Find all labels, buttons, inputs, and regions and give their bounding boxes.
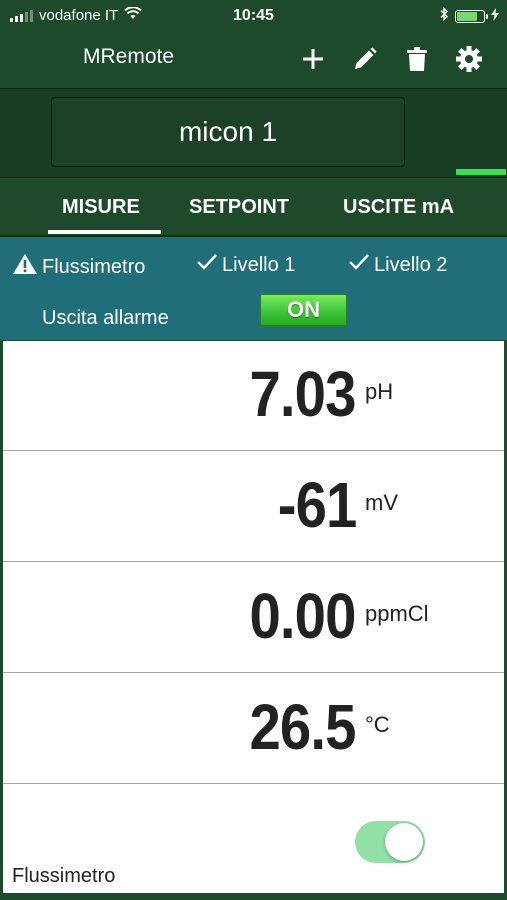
check-icon [196, 253, 218, 277]
app-title: MRemote [83, 45, 175, 68]
nav-bar: MRemote [0, 32, 507, 84]
bottom-strip [0, 893, 507, 900]
reading-row-temperature: 26.5 °C [3, 674, 504, 784]
alarm-livello-2-label: Livello 2 [374, 253, 448, 276]
reading-value: 7.03 [249, 358, 357, 430]
flussimetro-row: Flussimetro [3, 785, 504, 893]
reading-value: -61 [277, 469, 357, 541]
alarm-livello-1-label: Livello 1 [222, 253, 296, 276]
reading-unit: °C [365, 712, 390, 737]
status-right [440, 6, 499, 25]
tab-bar: MISURE SETPOINT USCITE mA [0, 178, 507, 237]
alarm-flussimetro-label: Flussimetro [42, 255, 146, 278]
reading-value: 26.5 [249, 691, 357, 763]
device-selector[interactable]: micon 1 [51, 97, 405, 167]
flussimetro-label: Flussimetro [12, 865, 116, 887]
status-time: 10:45 [233, 7, 274, 24]
alarm-livello-2: Livello 2 [348, 253, 447, 277]
reading-row-ph: 7.03 pH [3, 341, 504, 451]
nav-actions [297, 43, 485, 75]
uscita-allarme-status: ON [259, 293, 348, 327]
reading-value: 0.00 [249, 580, 357, 652]
charging-icon [491, 7, 499, 25]
reading-row-mv: -61 mV [3, 452, 504, 562]
connection-indicator [456, 169, 506, 175]
alarm-livello-1: Livello 1 [196, 253, 295, 277]
device-bar: micon 1 [0, 88, 507, 179]
tab-uscite-ma[interactable]: USCITE mA [343, 196, 454, 219]
switch-knob [385, 823, 423, 861]
status-bar: vodafone IT 10:45 [0, 0, 507, 32]
reading-unit: ppmCl [365, 601, 429, 626]
plus-icon[interactable] [297, 43, 329, 75]
active-tab-indicator [48, 230, 161, 234]
readings-list: 7.03 pH -61 mV 0.00 ppmCl 26.5 °C Flussi… [3, 341, 504, 893]
uscita-allarme-label: Uscita allarme [42, 307, 169, 329]
trash-icon[interactable] [401, 43, 433, 75]
tab-setpoint[interactable]: SETPOINT [189, 196, 289, 219]
pencil-icon[interactable] [349, 43, 381, 75]
battery-icon [455, 9, 488, 23]
flussimetro-switch[interactable] [355, 821, 425, 863]
reading-row-ppmcl: 0.00 ppmCl [3, 563, 504, 673]
check-icon [348, 253, 370, 277]
reading-unit: pH [365, 379, 394, 404]
warning-icon [12, 253, 38, 281]
gear-icon[interactable] [453, 43, 485, 75]
bluetooth-icon [440, 6, 449, 25]
alarm-panel: Flussimetro Livello 1 Livello 2 Uscita a… [0, 237, 507, 340]
tab-misure[interactable]: MISURE [62, 196, 140, 219]
alarm-flussimetro: Flussimetro [12, 253, 145, 281]
reading-unit: mV [365, 490, 398, 515]
